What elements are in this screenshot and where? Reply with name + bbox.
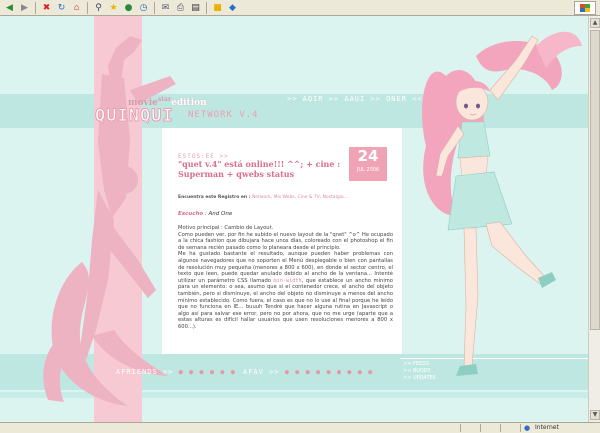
windows-logo-icon [574, 1, 596, 15]
browser-window: ◀ ▶ ✖ ↻ ⌂ ⚲ ★ ● ◷ ✉ ⎙ ▤ ■ ◆ moviestaredi… [0, 0, 600, 433]
girl-illustration [422, 31, 582, 376]
back-icon[interactable]: ◀ [3, 2, 16, 14]
media-icon[interactable]: ● [122, 2, 135, 14]
browser-toolbar: ◀ ▶ ✖ ↻ ⌂ ⚲ ★ ● ◷ ✉ ⎙ ▤ ■ ◆ [0, 0, 600, 16]
scroll-down-arrow-icon[interactable]: ▼ [590, 410, 600, 420]
site-logo: QUINQUI [95, 106, 174, 127]
scroll-up-arrow-icon[interactable]: ▲ [590, 18, 600, 28]
history-icon[interactable]: ◷ [137, 2, 150, 14]
date-day: 24 [357, 147, 379, 165]
post-title[interactable]: "quet v.4" está online!!! ^^; + cine : S… [178, 159, 346, 179]
date-badge: 24 JUL 2006 [349, 147, 387, 181]
post-categories: Encuentra este Registro en : Network, Mi… [178, 195, 350, 200]
edit-icon[interactable]: ▤ [189, 2, 202, 14]
vertical-scrollbar[interactable]: ▲ ▼ [588, 16, 600, 422]
status-bar: ● Internet [0, 422, 600, 433]
scroll-thumb[interactable] [590, 30, 600, 330]
post-body: Motivo principal : Cambio de Layout. Com… [178, 225, 393, 330]
discuss-icon[interactable]: ■ [211, 2, 224, 14]
favorites-icon[interactable]: ★ [107, 2, 120, 14]
date-month: JUL 2006 [356, 167, 380, 173]
search-icon[interactable]: ⚲ [92, 2, 105, 14]
friends-link[interactable]: AFRIENDS >> ● ● ● ● ● ● [116, 368, 236, 376]
stop-icon[interactable]: ✖ [40, 2, 53, 14]
page-viewport: moviestaredition >> AQIR >> AAUI >> ONER… [0, 16, 588, 422]
mail-icon[interactable]: ✉ [159, 2, 172, 14]
messenger-icon[interactable]: ◆ [226, 2, 239, 14]
category-links[interactable]: Network, Mis Webs, Cine & TV, Nostalgia.… [252, 195, 349, 200]
favorites-link[interactable]: AFAV >> ● ● ● ● ● ● ● ● ● [243, 368, 373, 376]
network-label: NETWORK V.4 [188, 110, 259, 120]
status-zone: Internet [535, 424, 559, 431]
home-icon[interactable]: ⌂ [70, 2, 83, 14]
print-icon[interactable]: ⎙ [174, 2, 187, 14]
now-listening: Escucho : And One [178, 211, 233, 217]
globe-icon: ● [524, 424, 531, 432]
refresh-icon[interactable]: ↻ [55, 2, 68, 14]
forward-icon[interactable]: ▶ [18, 2, 31, 14]
